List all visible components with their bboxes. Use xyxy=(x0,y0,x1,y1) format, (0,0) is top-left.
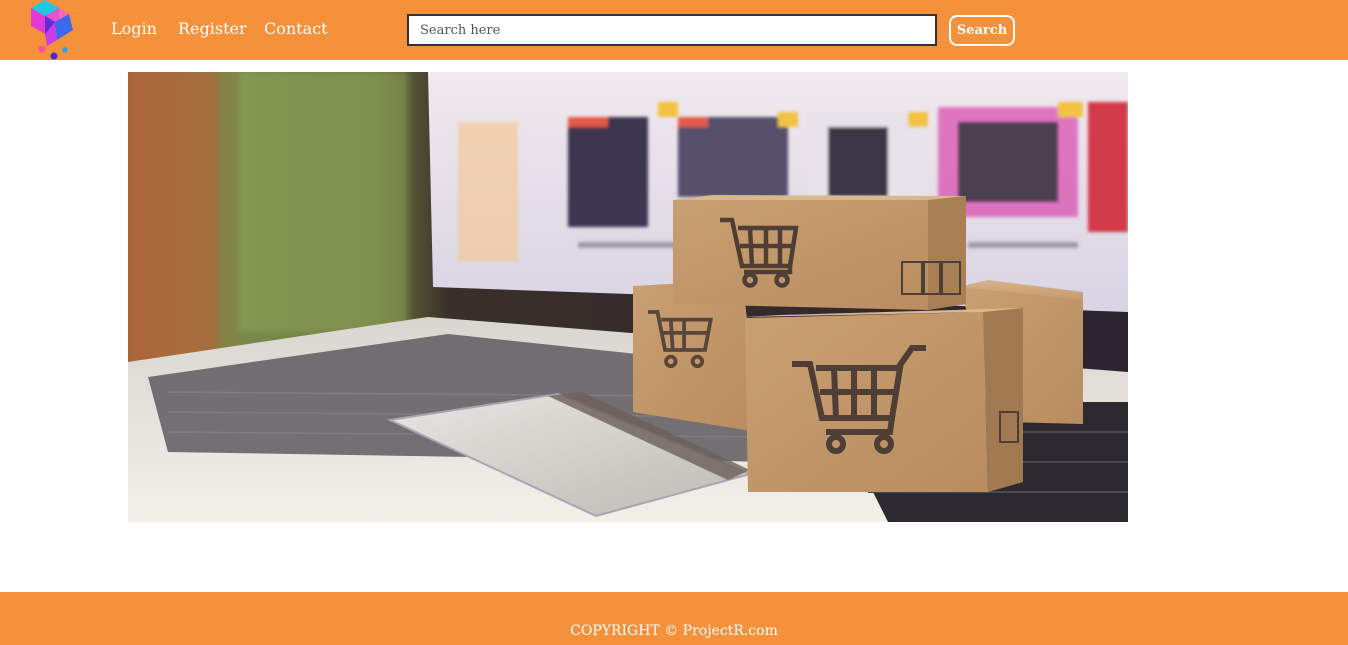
hero-image xyxy=(128,72,1128,522)
nav-contact-link[interactable]: Contact xyxy=(264,19,328,38)
footer: COPYRIGHT © ProjectR.com xyxy=(0,592,1348,645)
search-input[interactable] xyxy=(407,14,937,46)
copyright-text: COPYRIGHT © ProjectR.com xyxy=(570,623,778,639)
nav-register-link[interactable]: Register xyxy=(178,19,247,38)
search-button[interactable]: Search xyxy=(949,15,1015,46)
nav-login-link[interactable]: Login xyxy=(111,19,157,38)
logo-cube-icon[interactable] xyxy=(25,0,77,60)
top-navbar: Login Register Contact Search xyxy=(0,0,1348,60)
